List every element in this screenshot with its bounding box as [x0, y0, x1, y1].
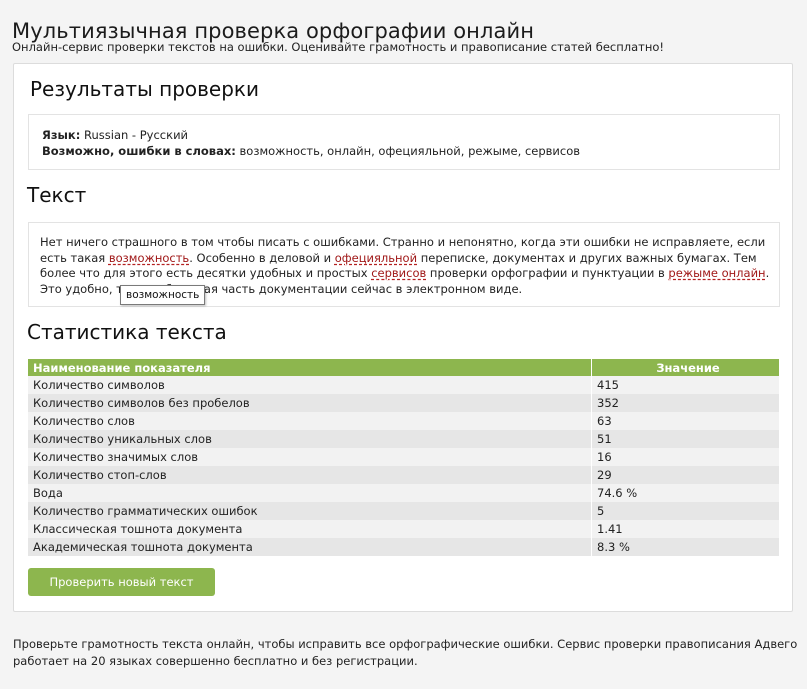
error-tooltip: возможность: [120, 285, 206, 305]
text-segment: . Особенно в деловой и: [189, 250, 335, 265]
misspelled-word[interactable]: режыме онлайн: [668, 266, 765, 280]
stats-row: Количество символов без пробелов 352: [28, 394, 779, 412]
stat-value: 29: [591, 466, 779, 484]
stats-row: Количество символов 415: [28, 376, 779, 394]
misspelled-word[interactable]: сервисов: [371, 266, 426, 280]
stat-name: Количество символов без пробелов: [28, 394, 592, 412]
errors-line: Возможно, ошибки в словах: возможность, …: [42, 144, 580, 158]
stats-row: Вода 74.6 %: [28, 484, 779, 502]
stats-row: Количество уникальных слов 51: [28, 430, 779, 448]
stats-row: Количество слов 63: [28, 412, 779, 430]
language-line: Язык: Russian - Русский: [42, 128, 188, 142]
stat-value: 63: [591, 412, 779, 430]
stat-value: 8.3 %: [591, 538, 779, 556]
stat-name: Вода: [28, 484, 592, 502]
language-label: Язык:: [42, 128, 81, 142]
misspelled-word[interactable]: офецияльной: [335, 251, 417, 265]
stats-header-row: Наименование показателя Значение: [28, 359, 779, 376]
stat-name: Количество уникальных слов: [28, 430, 592, 448]
stat-value: 51: [591, 430, 779, 448]
stat-value: 1.41: [591, 520, 779, 538]
stat-value: 415: [591, 376, 779, 394]
text-segment: проверки орфографии и пунктуации в: [426, 266, 669, 280]
stat-name: Академическая тошнота документа: [28, 538, 592, 556]
stat-name: Классическая тошнота документа: [28, 520, 592, 538]
check-new-text-button[interactable]: Проверить новый текст: [28, 568, 215, 596]
misspelled-word[interactable]: возможность: [109, 251, 189, 265]
footer-text: Проверьте грамотность текста онлайн, что…: [13, 637, 798, 668]
errors-value: возможность, онлайн, офецияльной, режыме…: [239, 144, 581, 158]
stat-value: 16: [591, 448, 779, 466]
stat-value: 74.6 %: [591, 484, 779, 502]
stat-name: Количество значимых слов: [28, 448, 592, 466]
stats-table: Наименование показателя Значение Количес…: [28, 359, 779, 556]
stats-heading: Статистика текста: [27, 320, 227, 344]
results-info-box: Язык: Russian - Русский Возможно, ошибки…: [28, 114, 780, 170]
results-heading: Результаты проверки: [30, 77, 259, 101]
stats-row: Количество стоп-слов 29: [28, 466, 779, 484]
text-heading: Текст: [27, 183, 87, 207]
results-card: Результаты проверки Язык: Russian - Русс…: [13, 63, 793, 612]
stat-name: Количество грамматических ошибок: [28, 502, 592, 520]
stats-row: Классическая тошнота документа 1.41: [28, 520, 779, 538]
stats-row: Количество значимых слов 16: [28, 448, 779, 466]
stat-value: 352: [591, 394, 779, 412]
stat-name: Количество слов: [28, 412, 592, 430]
column-header-value: Значение: [591, 359, 779, 376]
errors-label: Возможно, ошибки в словах:: [42, 144, 236, 158]
column-header-name: Наименование показателя: [28, 359, 592, 376]
stat-name: Количество символов: [28, 376, 592, 394]
stat-value: 5: [591, 502, 779, 520]
stat-name: Количество стоп-слов: [28, 466, 592, 484]
stats-row: Академическая тошнота документа 8.3 %: [28, 538, 779, 556]
language-value: Russian - Русский: [84, 128, 189, 142]
page-subtitle: Онлайн-сервис проверки текстов на ошибки…: [12, 40, 665, 54]
stats-row: Количество грамматических ошибок 5: [28, 502, 779, 520]
